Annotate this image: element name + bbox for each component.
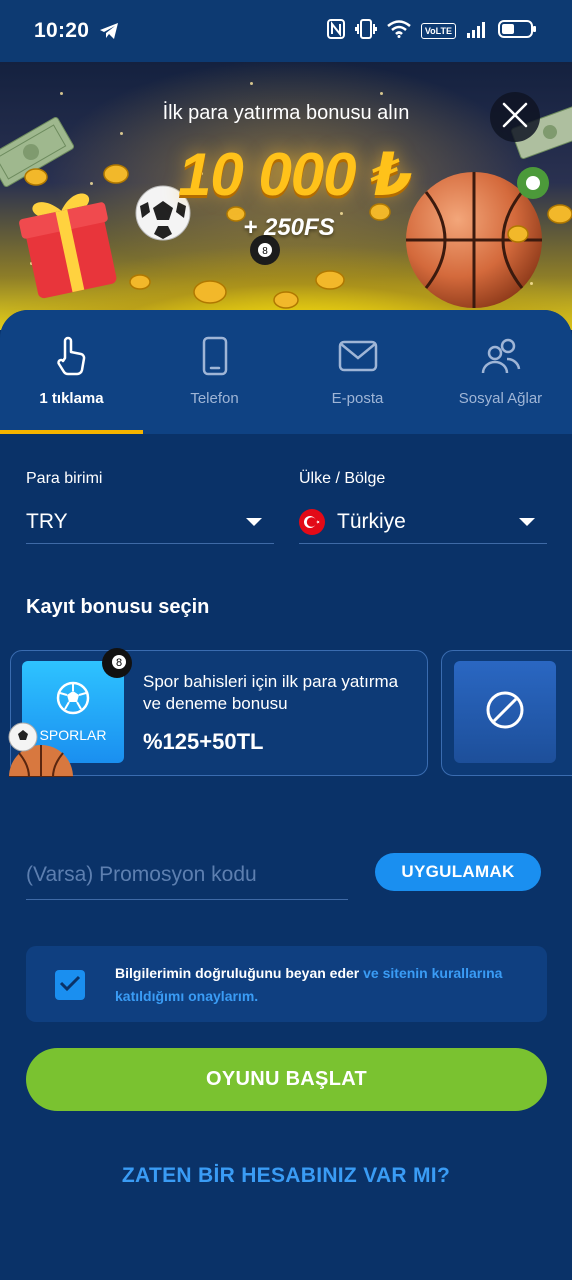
currency-label: Para birimi (26, 470, 103, 487)
currency-value: TRY (26, 509, 68, 533)
wifi-icon (387, 19, 411, 43)
country-select[interactable]: Türkiye (299, 500, 547, 544)
country-value: Türkiye (337, 509, 406, 533)
battery-icon (498, 19, 538, 44)
pointer-hand-icon (55, 336, 89, 376)
checkmark-icon (59, 974, 81, 997)
login-link[interactable]: ZATEN BİR HESABINIZ VAR MI? (0, 1164, 572, 1188)
tab-social[interactable]: Sosyal Ağlar (429, 310, 572, 434)
tab-label: Telefon (190, 390, 239, 407)
svg-text:8: 8 (116, 657, 122, 669)
bonus-section-title: Kayıt bonusu seçin (26, 596, 210, 618)
chevron-down-icon (246, 518, 262, 526)
bonus-option-sports[interactable]: SPORLAR 8 Spor bahisleri için ilk para y… (7, 647, 428, 777)
registration-tabs: 1 tıklama Telefon E-posta Sosyal Ağlar (0, 310, 572, 434)
close-icon (502, 102, 528, 133)
billiard-ball-icon: 8 (101, 647, 133, 684)
tab-one-click[interactable]: 1 tıklama (0, 310, 143, 434)
close-button[interactable] (490, 92, 540, 142)
bonus-value: %125+50TL (143, 729, 264, 754)
turkey-flag-icon (299, 508, 325, 535)
banner-bonus-amount: 10 000 ₺ (178, 141, 413, 208)
consent-text: Bilgilerimin doğruluğunu beyan eder ve s… (115, 962, 535, 1008)
no-bonus-image (454, 661, 556, 763)
chevron-down-icon (519, 518, 535, 526)
status-time: 10:20 (34, 19, 90, 42)
envelope-icon (338, 336, 378, 376)
banner-free-spins: + 250FS (243, 214, 335, 241)
no-bonus-icon (485, 690, 525, 735)
vibrate-icon (354, 18, 377, 44)
football-icon (56, 681, 90, 720)
tab-label: E-posta (331, 390, 384, 407)
country-label: Ülke / Bölge (299, 470, 386, 487)
tab-phone[interactable]: Telefon (143, 310, 286, 434)
consent-checkbox[interactable] (55, 970, 85, 1000)
status-bar: 10:20 VoLTE (0, 0, 572, 62)
consent-box: Bilgilerimin doğruluğunu beyan eder ve s… (26, 946, 547, 1022)
bonus-description: Spor bahisleri için ilk para yatırma ve … (143, 672, 399, 713)
bonus-option-none[interactable] (441, 650, 572, 776)
users-icon (481, 336, 521, 376)
registration-card: 1 tıklama Telefon E-posta Sosyal Ağlar P… (0, 310, 572, 1280)
promo-banner: 8 İlk para yatırma bonusu alın 10 000 ₺ … (0, 62, 572, 330)
phone-icon (202, 336, 228, 376)
start-game-button[interactable]: OYUNU BAŞLAT (26, 1048, 547, 1111)
signal-icon (466, 20, 488, 43)
promo-code-placeholder: (Varsa) Promosyon kodu (26, 862, 257, 886)
volte-badge: VoLTE (420, 23, 456, 39)
banner-title: İlk para yatırma bonusu alın (162, 102, 410, 124)
tab-label: 1 tıklama (39, 390, 104, 407)
nfc-icon (326, 18, 345, 44)
telegram-icon (99, 22, 119, 40)
soccer-ball-icon (7, 721, 39, 758)
tab-label: Sosyal Ağlar (458, 390, 543, 407)
apply-promo-button[interactable]: UYGULAMAK (375, 853, 541, 891)
currency-select[interactable]: TRY (26, 500, 274, 544)
tab-email[interactable]: E-posta (286, 310, 429, 434)
consent-text-plain: Bilgilerimin doğruluğunu beyan eder (115, 965, 364, 981)
promo-code-input[interactable]: (Varsa) Promosyon kodu (26, 850, 348, 900)
